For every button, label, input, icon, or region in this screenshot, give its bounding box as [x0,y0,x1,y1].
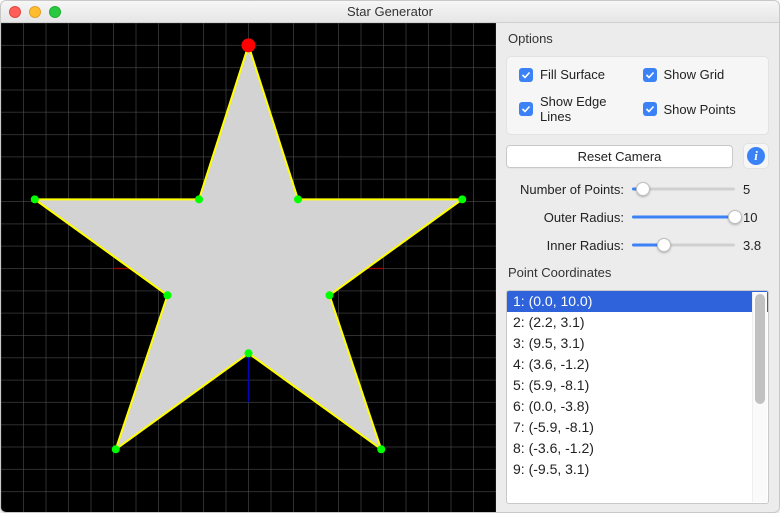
options-panel: Fill Surface Show Grid Show Edge Lines S… [506,56,769,135]
slider-fill [632,216,735,219]
list-item[interactable]: 8: (-3.6, -1.2) [507,438,768,459]
checkbox-label: Show Points [664,102,736,117]
check-icon [519,102,533,116]
checkbox-show-points[interactable]: Show Points [643,94,757,124]
titlebar: Star Generator [1,1,779,23]
reset-camera-button[interactable]: Reset Camera [506,145,733,168]
zoom-icon[interactable] [49,6,61,18]
slider-label: Inner Radius: [506,238,624,253]
checkbox-fill-surface[interactable]: Fill Surface [519,67,633,82]
options-label: Options [508,31,769,46]
sliders-panel: Number of Points: 5 Outer Radius: [506,181,769,253]
close-icon[interactable] [9,6,21,18]
window-title: Star Generator [347,4,433,19]
star-canvas[interactable] [1,23,496,512]
content: Options Fill Surface Show Grid Show Edge… [1,23,779,512]
check-icon [519,68,533,82]
list-item[interactable]: 4: (3.6, -1.2) [507,354,768,375]
sidebar: Options Fill Surface Show Grid Show Edge… [496,23,779,512]
scrollbar[interactable] [752,292,767,502]
check-icon [643,102,657,116]
list-item[interactable]: 7: (-5.9, -8.1) [507,417,768,438]
list-item[interactable]: 1: (0.0, 10.0) [507,291,768,312]
actions-row: Reset Camera i [506,143,769,169]
inner-radius-slider[interactable] [632,237,735,253]
slider-row-num-points: Number of Points: 5 [506,181,769,197]
num-points-slider[interactable] [632,181,735,197]
slider-thumb[interactable] [728,210,742,224]
list-item[interactable]: 6: (0.0, -3.8) [507,396,768,417]
slider-row-outer-radius: Outer Radius: 10 [506,209,769,225]
star-plot [1,23,496,513]
coordinates-list[interactable]: 1: (0.0, 10.0)2: (2.2, 3.1)3: (9.5, 3.1)… [506,290,769,504]
slider-value: 10 [743,210,769,225]
checkbox-label: Show Edge Lines [540,94,633,124]
minimize-icon[interactable] [29,6,41,18]
info-icon: i [747,147,765,165]
checkbox-show-edge-lines[interactable]: Show Edge Lines [519,94,633,124]
list-item[interactable]: 2: (2.2, 3.1) [507,312,768,333]
scrollbar-thumb[interactable] [755,294,765,404]
list-item[interactable]: 3: (9.5, 3.1) [507,333,768,354]
checkbox-show-grid[interactable]: Show Grid [643,67,757,82]
list-item[interactable]: 5: (5.9, -8.1) [507,375,768,396]
slider-row-inner-radius: Inner Radius: 3.8 [506,237,769,253]
checkbox-label: Fill Surface [540,67,605,82]
slider-thumb[interactable] [657,238,671,252]
list-item[interactable]: 9: (-9.5, 3.1) [507,459,768,480]
app-window: Star Generator Options Fill Surface Show… [0,0,780,513]
check-icon [643,68,657,82]
slider-label: Outer Radius: [506,210,624,225]
window-controls [9,6,61,18]
slider-value: 5 [743,182,769,197]
slider-thumb[interactable] [636,182,650,196]
outer-radius-slider[interactable] [632,209,735,225]
coords-label: Point Coordinates [508,265,769,280]
slider-value: 3.8 [743,238,769,253]
slider-label: Number of Points: [506,182,624,197]
checkbox-label: Show Grid [664,67,725,82]
info-button[interactable]: i [743,143,769,169]
list-body: 1: (0.0, 10.0)2: (2.2, 3.1)3: (9.5, 3.1)… [507,291,768,503]
